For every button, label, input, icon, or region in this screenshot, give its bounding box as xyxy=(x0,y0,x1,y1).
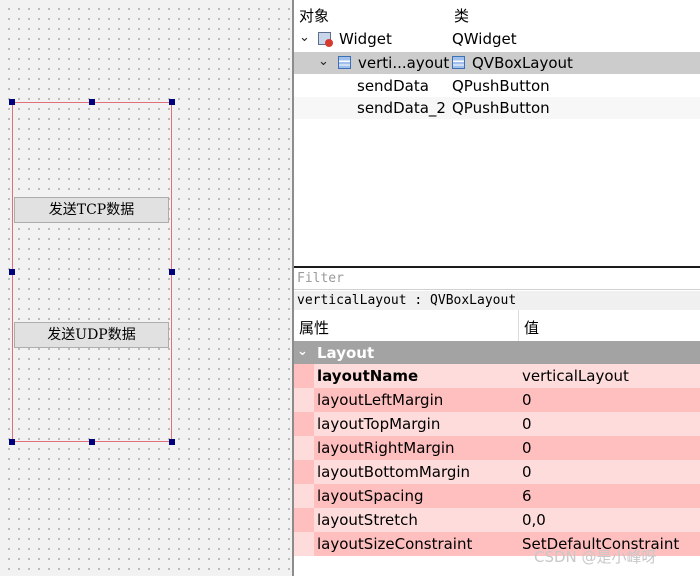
row-gutter xyxy=(294,388,314,412)
chevron-down-icon[interactable]: ⌄ xyxy=(299,30,310,45)
row-gutter xyxy=(294,508,314,532)
chevron-down-icon[interactable]: ⌄ xyxy=(297,344,308,359)
object-inspector: 对象 类 ⌄ Widget QWidget ⌄ verti...ayout QV… xyxy=(294,0,700,266)
property-value[interactable]: 0,0 xyxy=(522,511,546,529)
row-gutter xyxy=(294,532,314,556)
property-key: layoutName xyxy=(317,367,419,385)
property-filter-input[interactable]: Filter xyxy=(294,268,700,290)
property-row-spacing[interactable]: layoutSpacing 6 xyxy=(294,484,700,508)
header-object: 对象 xyxy=(299,7,330,25)
column-divider[interactable] xyxy=(518,310,519,341)
property-group-layout[interactable]: ⌄ Layout xyxy=(294,341,700,364)
widget-icon xyxy=(318,32,333,47)
resize-handle-top-left[interactable] xyxy=(9,99,15,105)
row-gutter xyxy=(294,460,314,484)
send-udp-button[interactable]: 发送UDP数据 xyxy=(14,322,169,348)
object-inspector-header: 对象 类 xyxy=(294,0,700,27)
watermark: CSDN @是小峰呀 xyxy=(534,548,657,566)
resize-handle-bottom[interactable] xyxy=(89,439,95,445)
chevron-down-icon[interactable]: ⌄ xyxy=(318,54,329,69)
tree-row-senddata[interactable]: sendData QPushButton xyxy=(294,75,700,97)
property-row-bottom-margin[interactable]: layoutBottomMargin 0 xyxy=(294,460,700,484)
resize-handle-bottom-left[interactable] xyxy=(9,439,15,445)
resize-handle-top[interactable] xyxy=(89,99,95,105)
tree-class-name: QPushButton xyxy=(452,99,550,117)
tree-object-name: verti...ayout xyxy=(358,54,450,72)
tree-object-name: sendData_2 xyxy=(357,99,446,117)
tree-row-widget[interactable]: ⌄ Widget QWidget xyxy=(294,28,700,50)
send-tcp-button[interactable]: 发送TCP数据 xyxy=(14,197,169,223)
resize-handle-bottom-right[interactable] xyxy=(169,439,175,445)
tree-class-name: QVBoxLayout xyxy=(472,54,573,72)
property-value[interactable]: 0 xyxy=(522,439,532,457)
layout-icon xyxy=(338,56,351,69)
property-key: layoutBottomMargin xyxy=(317,463,471,481)
property-row-left-margin[interactable]: layoutLeftMargin 0 xyxy=(294,388,700,412)
header-class: 类 xyxy=(454,7,470,25)
tree-row-vertical-layout[interactable]: ⌄ verti...ayout QVBoxLayout xyxy=(294,52,700,74)
tree-object-name: Widget xyxy=(339,30,392,48)
property-row-top-margin[interactable]: layoutTopMargin 0 xyxy=(294,412,700,436)
tree-object-name: sendData xyxy=(357,77,429,95)
property-value[interactable]: verticalLayout xyxy=(522,367,629,385)
property-value[interactable]: 0 xyxy=(522,415,532,433)
property-key: layoutRightMargin xyxy=(317,439,455,457)
resize-handle-right[interactable] xyxy=(169,269,175,275)
resize-handle-left[interactable] xyxy=(9,269,15,275)
property-row-right-margin[interactable]: layoutRightMargin 0 xyxy=(294,436,700,460)
row-gutter xyxy=(294,484,314,508)
property-value[interactable]: 6 xyxy=(522,487,532,505)
property-key: layoutLeftMargin xyxy=(317,391,444,409)
resize-handle-top-right[interactable] xyxy=(169,99,175,105)
property-key: layoutTopMargin xyxy=(317,415,441,433)
selected-object-label: verticalLayout : QVBoxLayout xyxy=(294,291,700,310)
tree-row-senddata-2[interactable]: sendData_2 QPushButton xyxy=(294,97,700,119)
group-label: Layout xyxy=(317,344,375,362)
property-value[interactable]: 0 xyxy=(522,391,532,409)
tree-class-name: QWidget xyxy=(452,30,517,48)
tree-class-name: QPushButton xyxy=(452,77,550,95)
property-editor-header: 属性 值 xyxy=(294,310,700,342)
layout-icon xyxy=(452,56,465,69)
property-key: layoutStretch xyxy=(317,511,418,529)
row-gutter xyxy=(294,364,314,388)
property-key: layoutSizeConstraint xyxy=(317,535,473,553)
row-gutter xyxy=(294,436,314,460)
row-gutter xyxy=(294,412,314,436)
property-row-stretch[interactable]: layoutStretch 0,0 xyxy=(294,508,700,532)
property-row-layout-name[interactable]: layoutName verticalLayout xyxy=(294,364,700,388)
vertical-layout-frame[interactable] xyxy=(12,102,172,442)
header-property: 属性 xyxy=(299,319,330,337)
property-key: layoutSpacing xyxy=(317,487,424,505)
property-value[interactable]: 0 xyxy=(522,463,532,481)
header-value: 值 xyxy=(524,319,540,337)
form-canvas[interactable]: 发送TCP数据 发送UDP数据 xyxy=(0,0,292,576)
